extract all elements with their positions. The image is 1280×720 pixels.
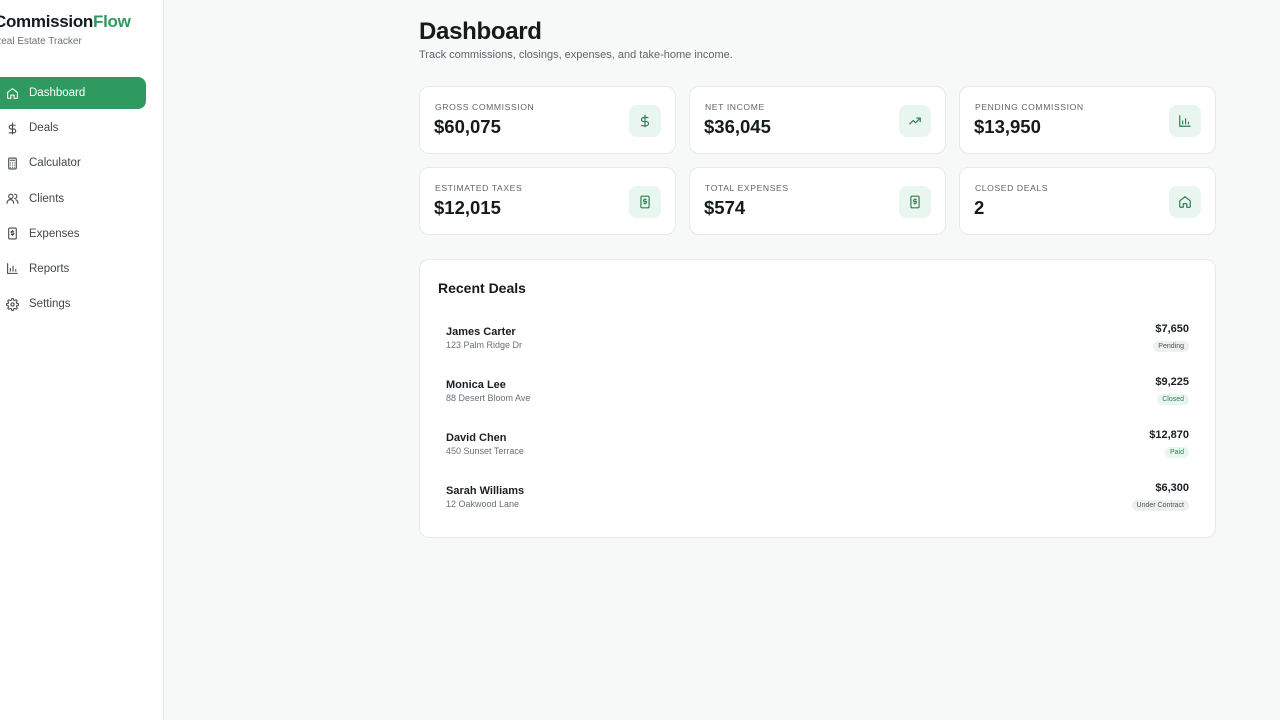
dollar-icon	[629, 105, 661, 137]
sidebar-item-calculator[interactable]: Calculator	[0, 147, 146, 179]
sidebar-item-dashboard[interactable]: Dashboard	[0, 77, 146, 109]
sidebar: CommissionFlow Real Estate Tracker Dashb…	[0, 0, 164, 720]
home-icon	[1169, 186, 1201, 218]
deal-address: 88 Desert Bloom Ave	[446, 393, 531, 403]
status-badge: Under Contract	[1131, 500, 1189, 511]
sidebar-item-label: Clients	[29, 192, 65, 205]
receipt-icon	[899, 186, 931, 218]
sidebar-item-label: Settings	[29, 298, 71, 311]
brand-name-accent: Flow	[93, 12, 131, 31]
deal-row[interactable]: Sarah Williams 12 Oakwood Lane $6,300 Un…	[446, 482, 1189, 529]
stat-label: Estimated Taxes	[435, 183, 523, 193]
brand-name-main: Commission	[0, 12, 94, 31]
page-subtitle: Track commissions, closings, expenses, a…	[419, 49, 733, 61]
stat-label: Total Expenses	[705, 183, 789, 193]
brand-logo[interactable]: CommissionFlow	[0, 12, 131, 32]
recent-deals-title: Recent Deals	[438, 280, 526, 296]
status-badge: Paid	[1164, 447, 1189, 458]
deal-client-name: Sarah Williams	[446, 485, 525, 497]
stat-card-closed-deals: Closed Deals 2	[959, 167, 1216, 235]
stat-card-estimated-taxes: Estimated Taxes $12,015	[419, 167, 676, 235]
deal-client-name: Monica Lee	[446, 379, 506, 391]
receipt-icon	[6, 227, 19, 240]
deal-address: 450 Sunset Terrace	[446, 446, 524, 456]
sidebar-nav: Dashboard Deals Calculator Clients Expen…	[0, 77, 146, 323]
users-icon	[6, 192, 19, 205]
sidebar-item-label: Calculator	[29, 157, 81, 170]
gear-icon	[6, 297, 19, 311]
deal-client-name: James Carter	[446, 326, 516, 338]
receipt-icon	[629, 186, 661, 218]
calculator-icon	[6, 157, 19, 170]
stat-label: Gross Commission	[435, 102, 535, 112]
deal-row[interactable]: James Carter 123 Palm Ridge Dr $7,650 Pe…	[446, 323, 1189, 370]
stat-label: Closed Deals	[975, 183, 1049, 193]
deal-row[interactable]: David Chen 450 Sunset Terrace $12,870 Pa…	[446, 429, 1189, 476]
page-title: Dashboard	[419, 18, 542, 45]
sidebar-item-deals[interactable]: Deals	[0, 112, 146, 144]
home-icon	[6, 87, 19, 100]
sidebar-item-settings[interactable]: Settings	[0, 288, 146, 320]
sidebar-item-label: Dashboard	[29, 87, 86, 99]
deal-amount: $6,300	[1155, 482, 1189, 494]
sidebar-item-label: Reports	[29, 262, 70, 275]
recent-deals-panel: Recent Deals James Carter 123 Palm Ridge…	[419, 259, 1216, 538]
bar-chart-icon	[1169, 105, 1201, 137]
dollar-icon	[6, 122, 19, 135]
deal-amount: $7,650	[1155, 323, 1189, 335]
sidebar-item-clients[interactable]: Clients	[0, 183, 146, 215]
stat-value: $13,950	[974, 116, 1041, 137]
stat-card-pending-commission: Pending Commission $13,950	[959, 86, 1216, 154]
stat-card-gross-commission: Gross Commission $60,075	[419, 86, 676, 154]
deal-amount: $9,225	[1155, 376, 1189, 388]
app-root: CommissionFlow Real Estate Tracker Dashb…	[0, 0, 1280, 720]
brand-tagline: Real Estate Tracker	[0, 36, 82, 47]
sidebar-item-reports[interactable]: Reports	[0, 253, 146, 285]
stat-label: Net Income	[705, 102, 765, 112]
stat-card-total-expenses: Total Expenses $574	[689, 167, 946, 235]
sidebar-item-expenses[interactable]: Expenses	[0, 218, 146, 250]
deal-row[interactable]: Monica Lee 88 Desert Bloom Ave $9,225 Cl…	[446, 376, 1189, 423]
sidebar-item-label: Expenses	[29, 227, 80, 240]
status-badge: Pending	[1153, 341, 1189, 352]
deal-address: 12 Oakwood Lane	[446, 499, 520, 509]
stat-value: $12,015	[434, 197, 501, 218]
stat-value: 2	[974, 197, 985, 218]
stat-card-net-income: Net Income $36,045	[689, 86, 946, 154]
deal-address: 123 Palm Ridge Dr	[446, 340, 523, 350]
stat-value: $60,075	[434, 116, 501, 137]
bar-chart-icon	[6, 262, 19, 275]
stat-value: $36,045	[704, 116, 771, 137]
deal-amount: $12,870	[1149, 429, 1189, 441]
sidebar-item-label: Deals	[29, 122, 59, 135]
trending-up-icon	[899, 105, 931, 137]
status-badge: Closed	[1157, 394, 1189, 405]
deal-client-name: David Chen	[446, 432, 507, 444]
brand-name: CommissionFlow	[0, 12, 131, 31]
stat-label: Pending Commission	[975, 102, 1084, 112]
stat-value: $574	[704, 197, 746, 218]
